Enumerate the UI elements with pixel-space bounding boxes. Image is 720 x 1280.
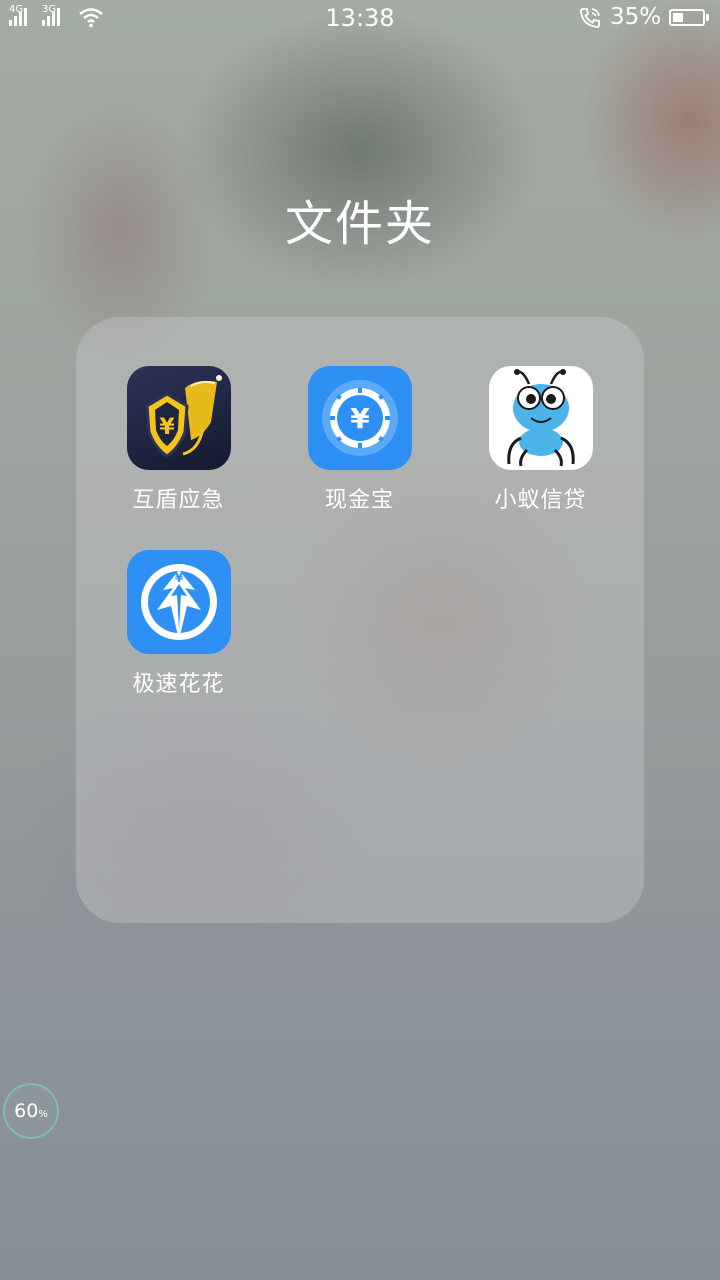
svg-text:¥: ¥ (159, 415, 175, 440)
ant-mascot-icon[interactable] (488, 366, 593, 470)
app-hudun-yingji[interactable]: ¥ 互盾应急 (88, 366, 269, 514)
app-jisu-huahua[interactable]: ¥ 极速花花 (88, 550, 269, 698)
memory-badge[interactable]: 60% (3, 1083, 59, 1139)
badge-unit: % (38, 1109, 48, 1120)
call-icon (580, 8, 600, 28)
app-xianjinbao[interactable]: ¥ 现金宝 (269, 366, 450, 514)
yen-coin-icon[interactable]: ¥ (307, 366, 412, 470)
app-label: 小蚁信贷 (494, 488, 587, 513)
arrow-yen-icon[interactable]: ¥ (126, 550, 231, 654)
shield-yen-icon[interactable]: ¥ (126, 366, 231, 470)
folder-title[interactable]: 文件夹 (0, 184, 720, 254)
status-bar: 4G 3G 13:38 35% (0, 0, 720, 38)
app-label: 互盾应急 (132, 488, 225, 513)
app-label: 现金宝 (324, 488, 394, 513)
app-label: 极速花花 (132, 672, 225, 697)
battery-cap (706, 14, 709, 21)
svg-text:¥: ¥ (350, 402, 370, 435)
battery-percent: 35% (610, 4, 662, 30)
battery-icon (669, 9, 705, 26)
svg-text:¥: ¥ (174, 571, 183, 585)
app-xiaoyi-xindai[interactable]: 小蚁信贷 (450, 366, 631, 514)
badge-value: 60 (14, 1100, 39, 1122)
